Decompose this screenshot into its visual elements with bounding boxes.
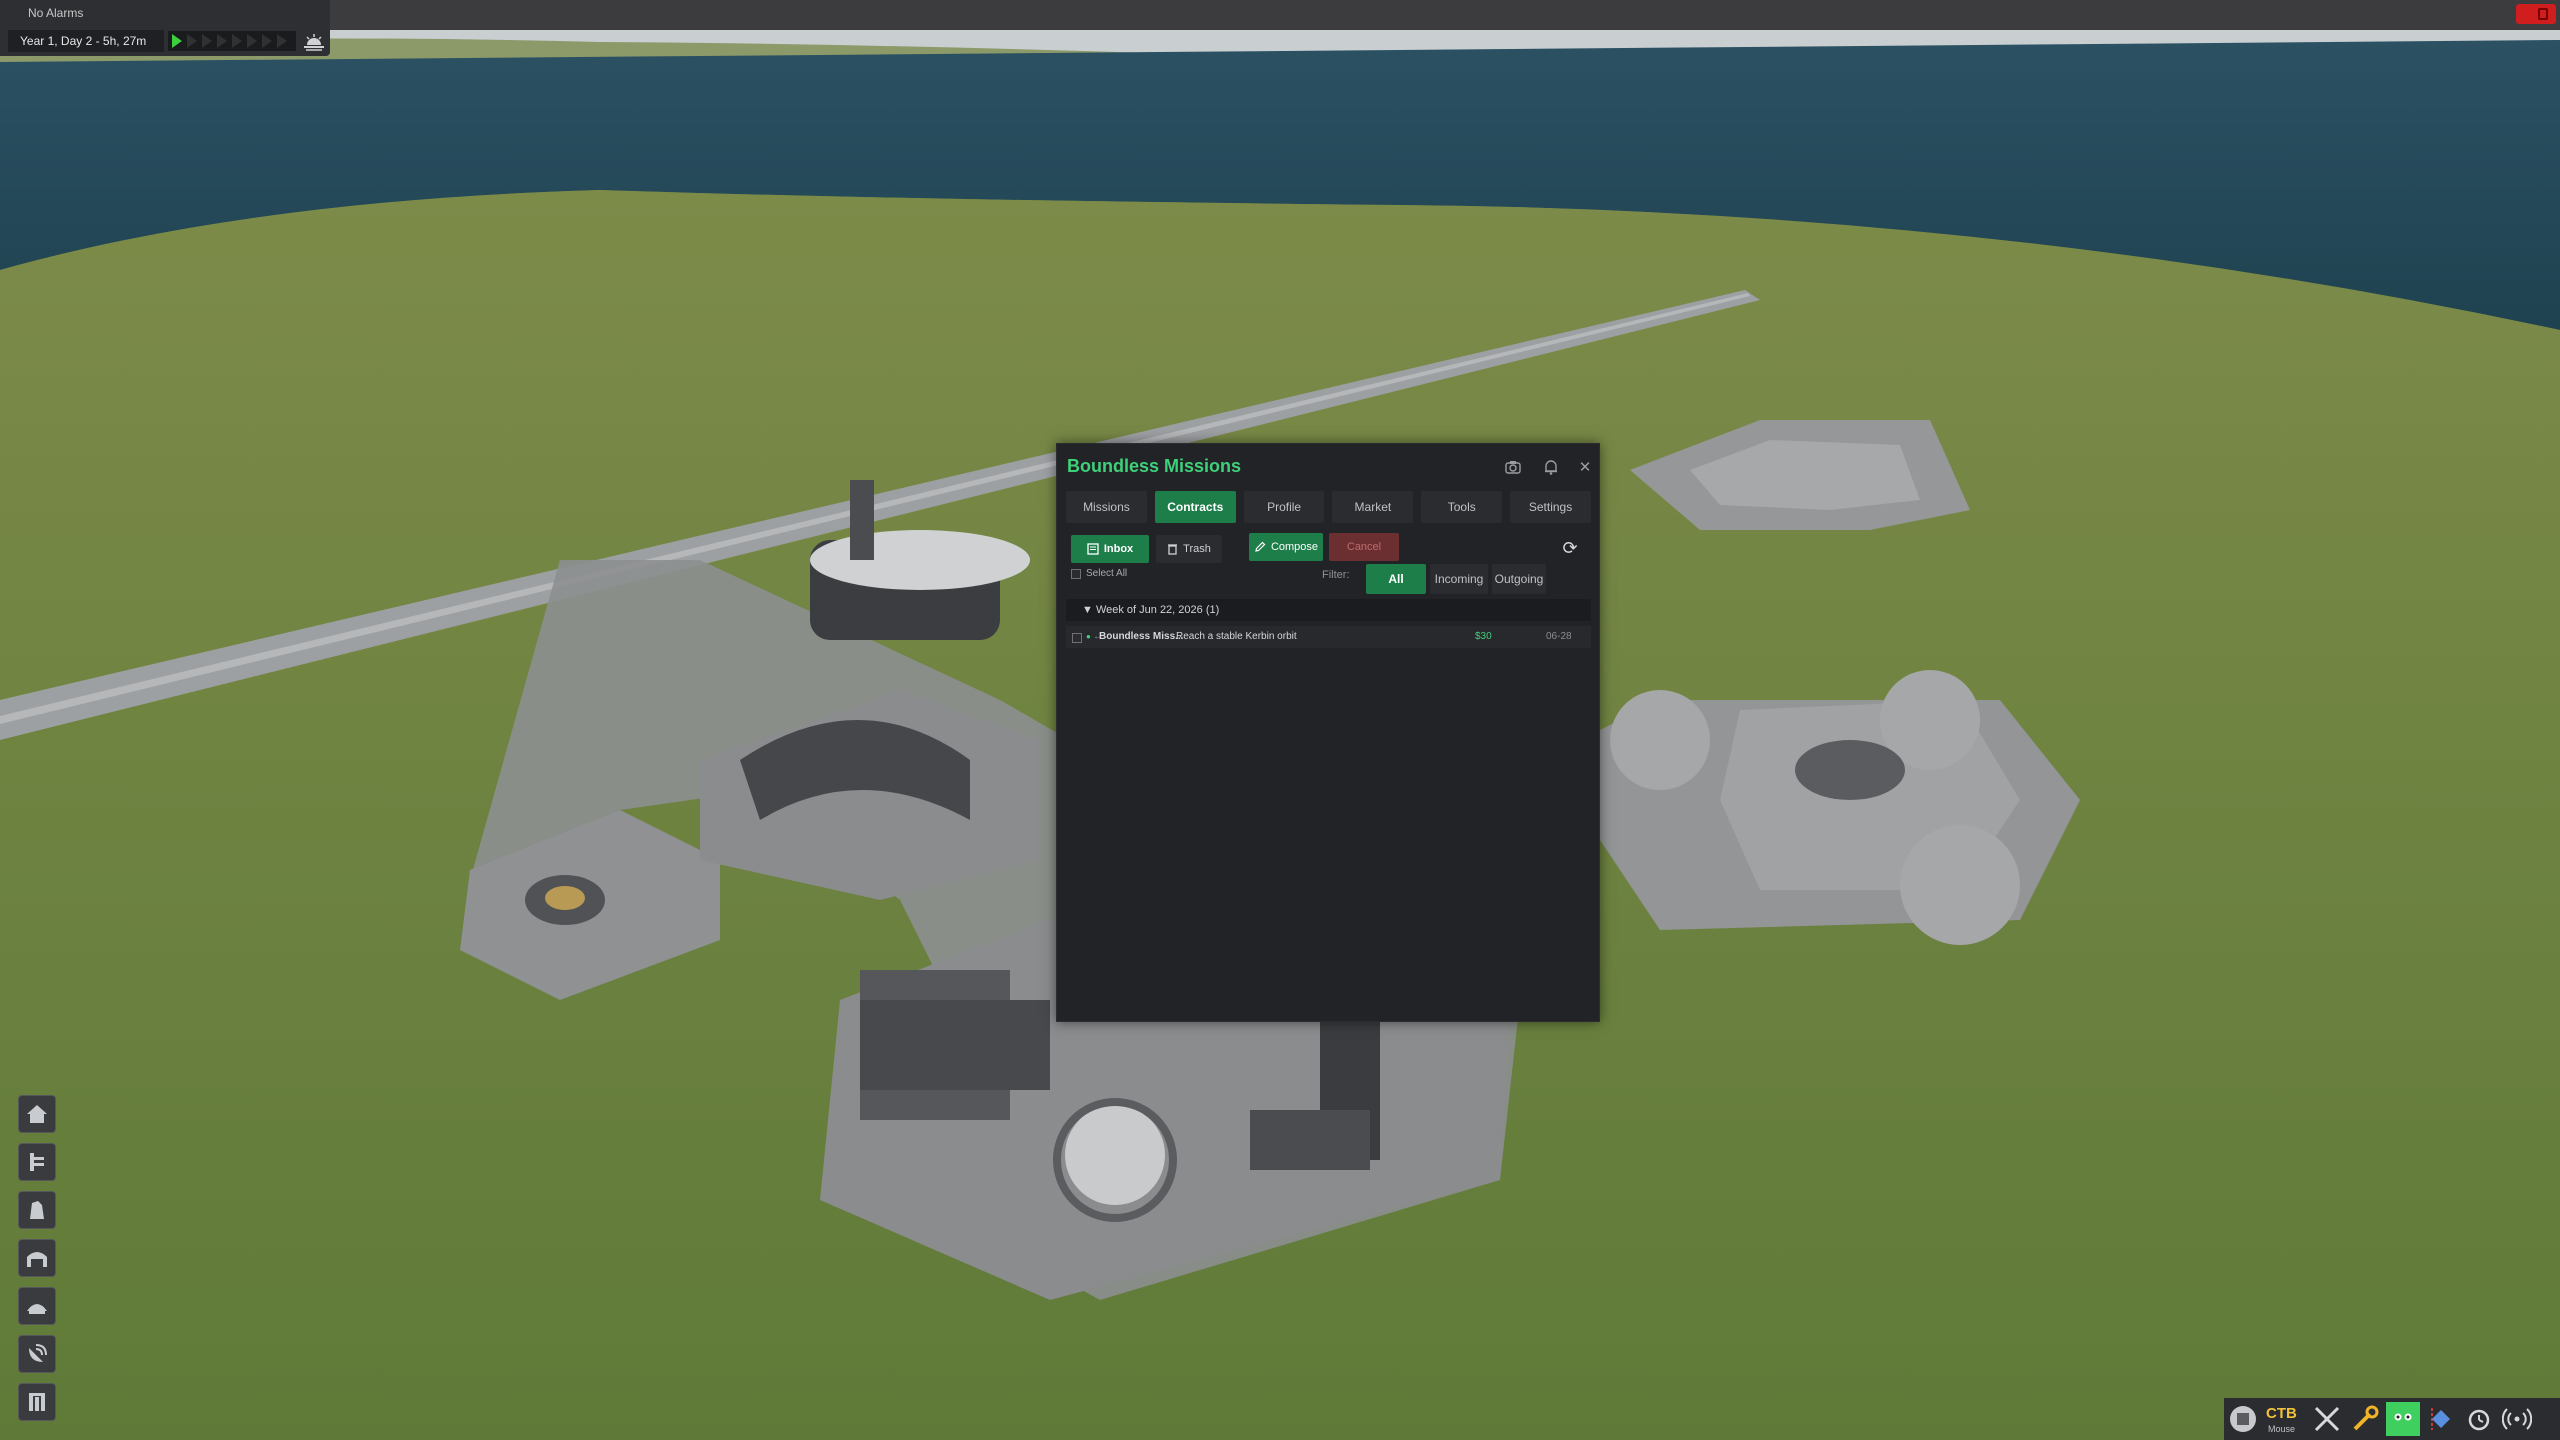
boundless-missions-window: Boundless Missions ✕ Missions Contracts Pr… — [1056, 443, 1600, 1022]
filter-incoming[interactable]: Incoming — [1430, 564, 1488, 594]
trash-button[interactable]: Trash — [1156, 535, 1222, 563]
ctb-label: CTB — [2266, 1405, 2297, 1422]
tab-missions[interactable]: Missions — [1066, 491, 1147, 523]
warp-arrow-icon[interactable] — [262, 34, 272, 48]
mission-control-icon — [29, 1393, 45, 1411]
kerbal-face-icon[interactable] — [2386, 1402, 2420, 1436]
checkbox-box — [1071, 568, 1081, 579]
ctb-mode: Mouse — [2268, 1424, 2296, 1434]
ctb-button[interactable]: CTB Mouse — [2264, 1402, 2308, 1436]
inbox-button[interactable]: Inbox — [1071, 535, 1149, 563]
filter-label: Filter: — [1322, 569, 1350, 581]
administration-icon — [30, 1153, 44, 1171]
filter-outgoing[interactable]: Outgoing — [1492, 564, 1546, 594]
unread-dot-icon: ● — [1086, 632, 1091, 641]
cancel-label: Cancel — [1346, 541, 1382, 553]
filter-all[interactable]: All — [1366, 564, 1426, 594]
message-subject: Reach a stable Kerbin orbit — [1176, 631, 1297, 642]
message-date: 06-28 — [1546, 631, 1572, 642]
camera-icon[interactable] — [1503, 457, 1523, 477]
message-row[interactable]: ● ← Boundless Miss... Reach a stable Ker… — [1066, 626, 1591, 648]
cancel-button[interactable]: Cancel — [1329, 533, 1399, 561]
tab-settings[interactable]: Settings — [1510, 491, 1591, 523]
inbox-label: Inbox — [1103, 543, 1134, 555]
antenna-signal-icon[interactable] — [2500, 1402, 2534, 1436]
time-warp-bar[interactable] — [168, 31, 296, 51]
warp-arrow-icon[interactable] — [202, 34, 212, 48]
mod-toolbar: CTB Mouse — [2224, 1398, 2560, 1440]
blizzy-toolbar-icon[interactable] — [2226, 1402, 2260, 1436]
sunrise-icon[interactable] — [302, 32, 326, 52]
warp-arrow-icon[interactable] — [187, 34, 197, 48]
tab-tools[interactable]: Tools — [1421, 491, 1503, 523]
select-all-checkbox[interactable]: Select All — [1071, 568, 1127, 579]
tracking-station-button[interactable] — [18, 1335, 56, 1373]
trash-icon — [1168, 544, 1178, 555]
diamond-stripes-icon[interactable] — [2424, 1402, 2458, 1436]
home-building-icon — [27, 1105, 47, 1123]
tab-market[interactable]: Market — [1332, 491, 1414, 523]
top-bar — [0, 0, 2560, 30]
alarm-status-text[interactable]: No Alarms — [28, 6, 83, 20]
time-panel: No Alarms Year 1, Day 2 - 5h, 27m — [0, 0, 330, 56]
warp-arrow-icon[interactable] — [217, 34, 227, 48]
message-checkbox[interactable] — [1072, 633, 1082, 643]
message-sender: Boundless Miss... — [1099, 631, 1184, 642]
research-icon — [27, 1304, 47, 1314]
game-date: Year 1, Day 2 - 5h, 27m — [8, 30, 164, 52]
bell-icon[interactable] — [1541, 457, 1561, 477]
trash-label: Trash — [1183, 543, 1211, 555]
filter-buttons: All Incoming Outgoing — [1366, 564, 1546, 594]
research-facility-button[interactable] — [18, 1287, 56, 1325]
warp-arrow-icon[interactable] — [172, 34, 182, 48]
compose-button[interactable]: Compose — [1249, 533, 1323, 561]
hangar-icon — [27, 1252, 47, 1267]
message-amount: $30 — [1475, 631, 1492, 642]
refresh-icon[interactable]: ⟳ — [1559, 537, 1581, 559]
select-all-label: Select All — [1086, 568, 1128, 579]
crossed-tools-icon[interactable] — [2310, 1402, 2344, 1436]
wrench-icon[interactable] — [2348, 1402, 2382, 1436]
inbox-icon — [1087, 543, 1099, 555]
main-tabs: Missions Contracts Profile Market Tools Setti… — [1066, 491, 1591, 523]
compose-label: Compose — [1270, 541, 1319, 553]
exit-button[interactable] — [2516, 4, 2556, 24]
spaceplane-hangar-button[interactable] — [18, 1239, 56, 1277]
week-group-header[interactable]: ▼ Week of Jun 22, 2026 (1) — [1066, 599, 1591, 621]
warp-arrow-icon[interactable] — [247, 34, 257, 48]
satellite-dish-icon — [29, 1344, 47, 1362]
mission-control-button[interactable] — [18, 1383, 56, 1421]
tab-contracts[interactable]: Contracts — [1154, 491, 1236, 523]
warp-arrow-icon[interactable] — [277, 34, 287, 48]
vehicle-assembly-button[interactable] — [18, 1191, 56, 1229]
astronaut-complex-button[interactable] — [18, 1095, 56, 1133]
assembly-building-icon — [30, 1201, 44, 1219]
pencil-icon — [1255, 541, 1266, 552]
close-icon[interactable]: ✕ — [1575, 457, 1595, 477]
warp-arrow-icon[interactable] — [232, 34, 242, 48]
tab-profile[interactable]: Profile — [1243, 491, 1325, 523]
window-title: Boundless Missions — [1067, 456, 1242, 476]
alarm-clock-icon[interactable] — [2462, 1402, 2496, 1436]
administration-button[interactable] — [18, 1143, 56, 1181]
